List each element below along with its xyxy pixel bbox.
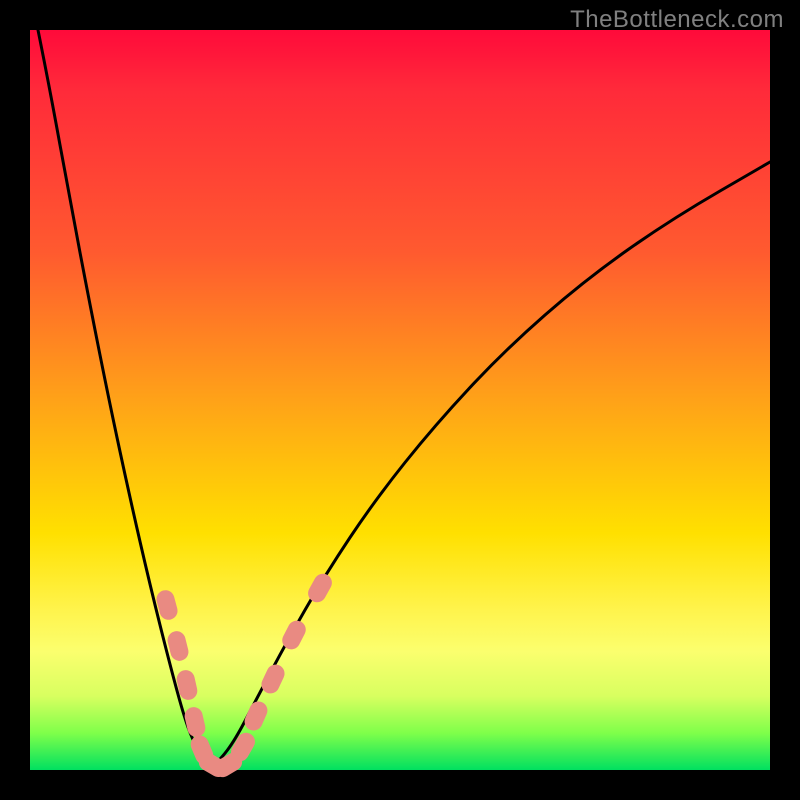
bead-marker (258, 662, 287, 697)
bottleneck-curve (30, 0, 770, 767)
plot-area (30, 30, 770, 770)
chart-frame: TheBottleneck.com (0, 0, 800, 800)
curve-right-branch (210, 162, 770, 767)
curve-svg (30, 30, 770, 770)
bead-marker (183, 705, 207, 738)
